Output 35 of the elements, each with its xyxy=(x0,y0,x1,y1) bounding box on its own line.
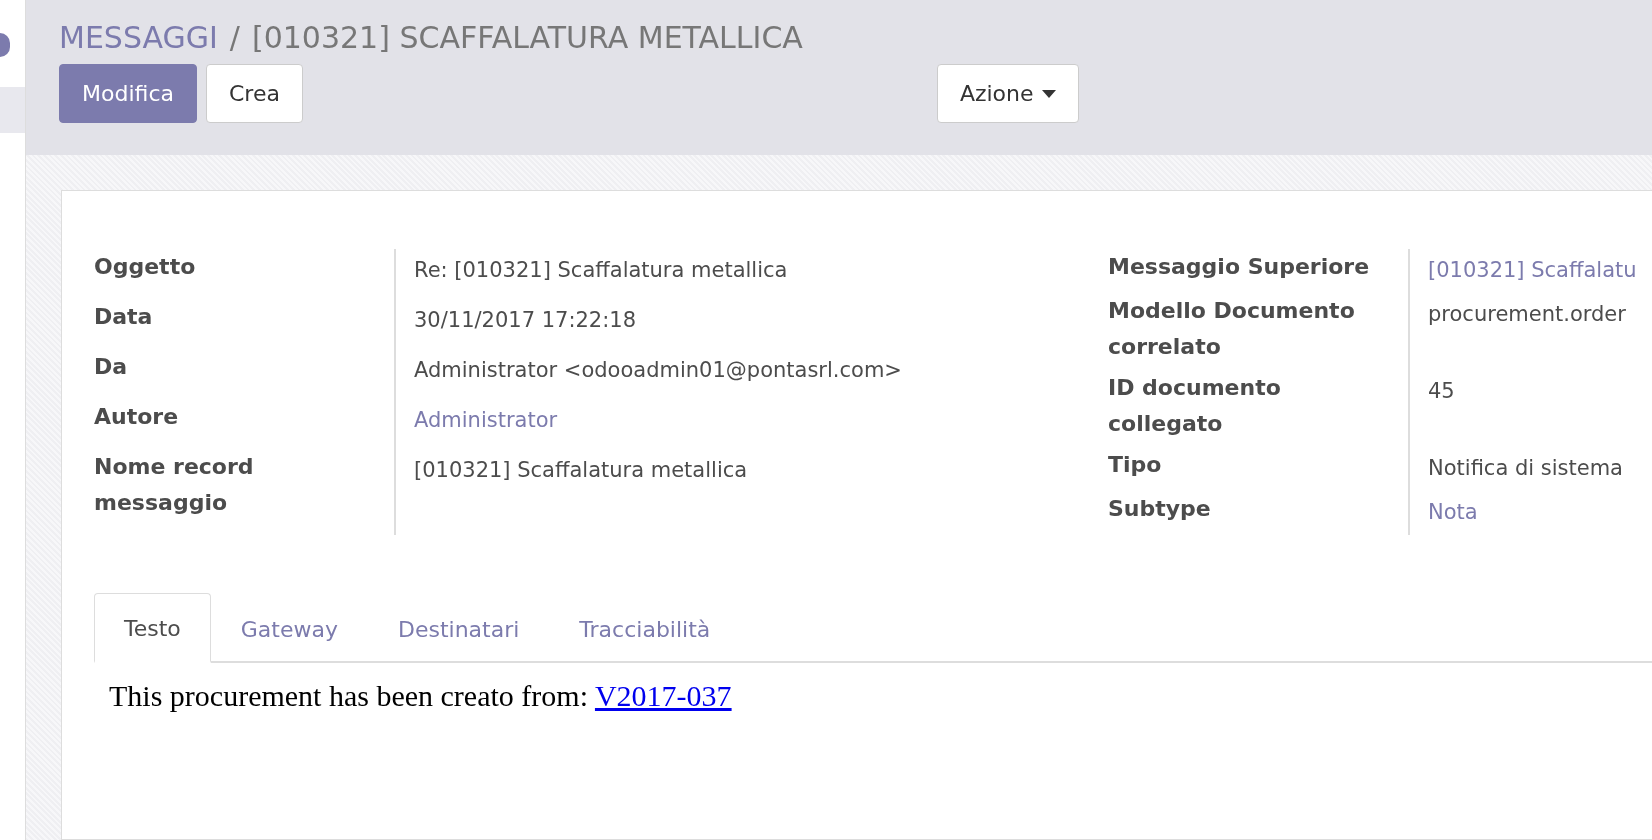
field-label: Subtype xyxy=(1108,495,1212,523)
tab[interactable]: Destinatari xyxy=(368,593,550,663)
tab[interactable]: Testo xyxy=(94,593,211,663)
field-label: Data xyxy=(94,303,154,331)
field-value: 30/11/2017 17:22:18 xyxy=(414,307,637,334)
field-label: Da xyxy=(94,353,129,381)
create-button[interactable]: Crea xyxy=(205,64,303,123)
field-value: Re: [010321] Scaffalatura metallica xyxy=(414,257,788,284)
field-value: procurement.order xyxy=(1428,301,1626,328)
caret-icon xyxy=(1041,89,1056,98)
page-title: [010321] SCAFFALATURA METALLICA xyxy=(251,20,803,55)
field-value: 45 xyxy=(1428,378,1455,405)
tab[interactable]: Gateway xyxy=(210,593,368,663)
breadcrumb-separator: / xyxy=(229,20,240,55)
field-label: Autore xyxy=(94,403,180,431)
field-link[interactable]: Administrator xyxy=(414,399,558,438)
field-label: Tipo xyxy=(1108,451,1163,479)
field-link[interactable]: [010321] Scaffalatu xyxy=(1428,249,1637,288)
tab[interactable]: Tracciabilità xyxy=(549,593,741,663)
sidebar-item[interactable] xyxy=(0,87,25,133)
edit-button[interactable]: Modifica xyxy=(59,64,197,123)
action-dropdown[interactable]: Azione xyxy=(936,64,1079,123)
field-label: Nome record messaggio xyxy=(94,453,255,517)
sidebar-marker xyxy=(0,33,10,57)
field-label: Modello Documento correlato xyxy=(1108,297,1356,361)
field-label: ID documento collegato xyxy=(1108,374,1282,438)
field-label: Messaggio Superiore xyxy=(1108,253,1371,281)
breadcrumb-link[interactable]: MESSAGGI xyxy=(59,20,218,55)
field-value: [010321] Scaffalatura metallica xyxy=(414,457,748,484)
field-label: Oggetto xyxy=(94,253,197,281)
message-link[interactable]: V2017-037 xyxy=(594,679,732,712)
message-body: This procurement has been creato from: V2017-037 xyxy=(108,678,733,713)
field-link[interactable]: Nota xyxy=(1428,491,1478,530)
field-value: Notifica di sistema xyxy=(1428,455,1623,482)
field-value: Administrator <odooadmin01@pontasrl.com> xyxy=(414,357,902,384)
